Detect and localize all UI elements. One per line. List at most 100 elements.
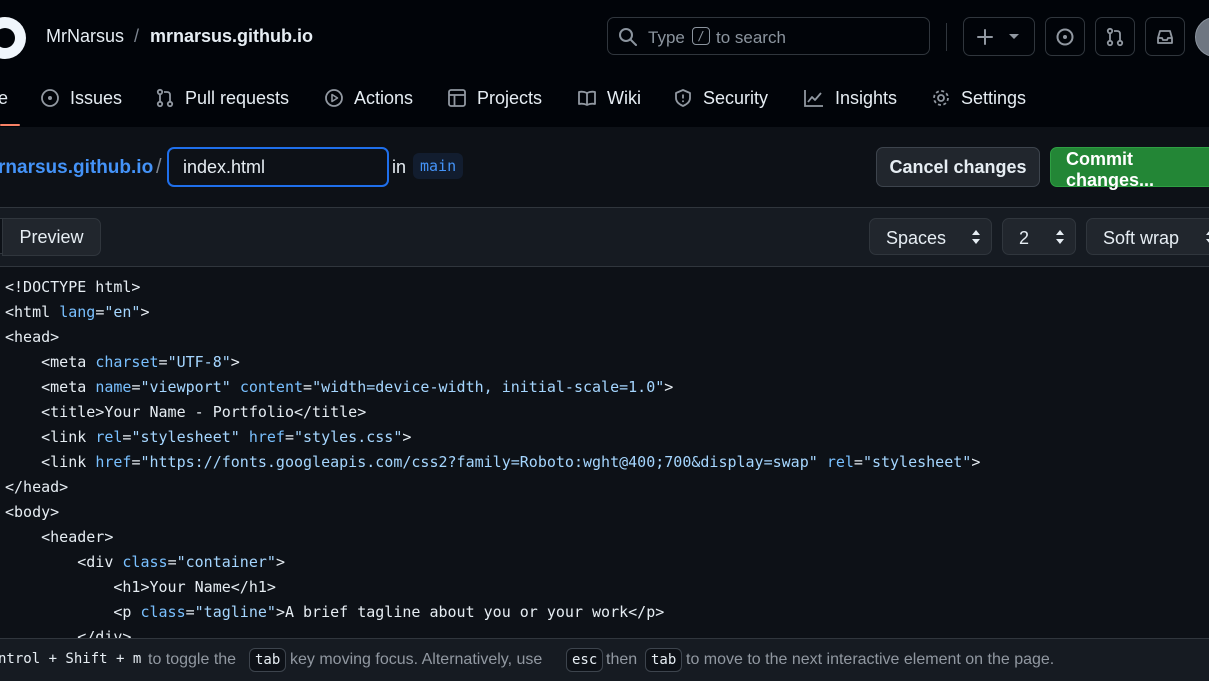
search-icon bbox=[618, 27, 638, 52]
code-token: = bbox=[853, 453, 863, 471]
tab-label: Projects bbox=[477, 87, 543, 108]
code-token: <header> bbox=[5, 528, 114, 546]
tab-label: Settings bbox=[961, 87, 1027, 108]
code-line: <div class="container"> bbox=[5, 550, 285, 575]
code-token: > bbox=[275, 553, 285, 571]
hint-text: then bbox=[606, 651, 638, 668]
keyboard-hint-bar: ntrol + Shift + m to toggle the tab key … bbox=[0, 638, 1209, 681]
code-token: > bbox=[402, 428, 412, 446]
play-icon bbox=[325, 89, 343, 107]
indent-size-select[interactable]: 2 bbox=[1002, 218, 1076, 255]
tab-label: Pull requests bbox=[185, 87, 290, 108]
tab-key: tab bbox=[249, 648, 287, 672]
issue-icon bbox=[41, 89, 59, 107]
table-icon bbox=[448, 89, 466, 107]
repo-link[interactable]: rnarsus.github.io bbox=[0, 157, 153, 179]
code-token: <meta bbox=[5, 353, 96, 371]
code-line: <header> bbox=[5, 525, 113, 550]
code-token: <link bbox=[5, 428, 96, 446]
tab-label: Security bbox=[703, 87, 769, 108]
search-shortcut-key: / bbox=[692, 27, 710, 45]
code-line: <p class="tagline">A brief tagline about… bbox=[5, 600, 664, 625]
code-token: <!DOCTYPE html> bbox=[5, 278, 141, 296]
tab-code[interactable]: e bbox=[0, 87, 8, 109]
code-token: > bbox=[140, 303, 150, 321]
code-token: rel bbox=[95, 428, 123, 446]
breadcrumb-repo[interactable]: mrnarsus.github.io bbox=[150, 26, 313, 47]
code-token: "viewport" bbox=[140, 378, 231, 396]
tab-label: Wiki bbox=[607, 87, 641, 108]
commit-changes-button[interactable]: Commit changes... bbox=[1050, 147, 1209, 190]
indent-mode-select[interactable]: Spaces bbox=[869, 218, 992, 255]
code-token: "stylesheet" bbox=[862, 453, 972, 471]
breadcrumb-owner[interactable]: MrNarsus bbox=[46, 26, 124, 47]
code-token: "UTF-8" bbox=[167, 353, 231, 371]
branch-badge[interactable]: main bbox=[413, 153, 464, 179]
inbox-button[interactable] bbox=[1145, 17, 1185, 56]
tab-insights[interactable]: Insights bbox=[803, 87, 897, 109]
cancel-changes-button[interactable]: Cancel changes bbox=[876, 147, 1040, 187]
tab-pull-requests[interactable]: Pull requests bbox=[155, 87, 289, 109]
code-token: = bbox=[185, 603, 195, 621]
tab-wiki[interactable]: Wiki bbox=[577, 87, 641, 109]
esc-key: esc bbox=[566, 648, 604, 672]
wrap-mode-select[interactable]: Soft wrap bbox=[1086, 218, 1209, 255]
code-token: >A brief tagline about you or your work<… bbox=[275, 603, 665, 621]
code-token: <body> bbox=[5, 503, 60, 521]
graph-icon bbox=[804, 90, 823, 107]
tab-label: e bbox=[0, 87, 9, 108]
code-token: > bbox=[664, 378, 674, 396]
tab-issues[interactable]: Issues bbox=[40, 87, 122, 109]
code-token: > bbox=[230, 353, 240, 371]
code-token: = bbox=[158, 353, 168, 371]
code-line: <meta charset="UTF-8"> bbox=[5, 350, 240, 375]
code-token: > bbox=[971, 453, 981, 471]
code-line: <link href = "https://fonts.googleapis.com… bbox=[5, 450, 980, 475]
code-token: rel bbox=[826, 453, 854, 471]
shield-icon bbox=[675, 89, 691, 107]
pull-requests-button[interactable] bbox=[1095, 17, 1135, 56]
hint-text: to toggle the bbox=[148, 651, 237, 668]
tab-label: Actions bbox=[354, 87, 414, 108]
preview-tab[interactable]: Preview bbox=[2, 218, 101, 256]
filename-input[interactable] bbox=[167, 147, 389, 187]
path-separator: / bbox=[156, 156, 162, 178]
select-arrows-icon bbox=[972, 230, 980, 244]
code-token: "stylesheet" bbox=[131, 428, 240, 446]
code-token: = bbox=[95, 303, 105, 321]
code-token: "width=device-width, initial-scale=1.0" bbox=[312, 378, 665, 396]
code-token: </div> bbox=[5, 628, 132, 638]
code-line: <!DOCTYPE html> bbox=[5, 275, 140, 300]
tab-settings[interactable]: Settings bbox=[931, 87, 1026, 109]
code-line: </div> bbox=[5, 625, 131, 638]
code-token: <meta bbox=[5, 378, 96, 396]
code-token: <h1>Your Name</h1> bbox=[5, 578, 276, 596]
create-new-button[interactable] bbox=[963, 17, 1035, 56]
code-token: <head> bbox=[5, 328, 60, 346]
tab-security[interactable]: Security bbox=[673, 87, 768, 109]
search-input[interactable]: Type / to search bbox=[607, 17, 930, 55]
search-suffix: to search bbox=[716, 28, 786, 47]
code-token: name bbox=[95, 378, 132, 396]
hint-text: to move to the next interactive element … bbox=[686, 651, 1055, 668]
code-token: = bbox=[284, 428, 294, 446]
code-line: <head> bbox=[5, 325, 59, 350]
code-line: <h1>Your Name</h1> bbox=[5, 575, 276, 600]
tab-actions[interactable]: Actions bbox=[324, 87, 413, 109]
issues-button[interactable] bbox=[1045, 17, 1085, 56]
code-token: <link bbox=[5, 453, 96, 471]
code-token: charset bbox=[95, 353, 159, 371]
code-token: content bbox=[239, 378, 304, 396]
issue-opened-icon bbox=[1056, 28, 1074, 46]
code-editor[interactable]: <!DOCTYPE html> <html lang="en"> <head> <m… bbox=[0, 267, 1209, 638]
code-token: = bbox=[303, 378, 313, 396]
code-line: <meta name="viewport" content="width=dev… bbox=[5, 375, 673, 400]
tab-projects[interactable]: Projects bbox=[447, 87, 542, 109]
git-pull-request-icon bbox=[1106, 27, 1124, 47]
breadcrumb-separator: / bbox=[134, 26, 140, 46]
code-token: </head> bbox=[5, 478, 69, 496]
tab-label: Insights bbox=[835, 87, 898, 108]
in-label: in bbox=[392, 157, 407, 177]
